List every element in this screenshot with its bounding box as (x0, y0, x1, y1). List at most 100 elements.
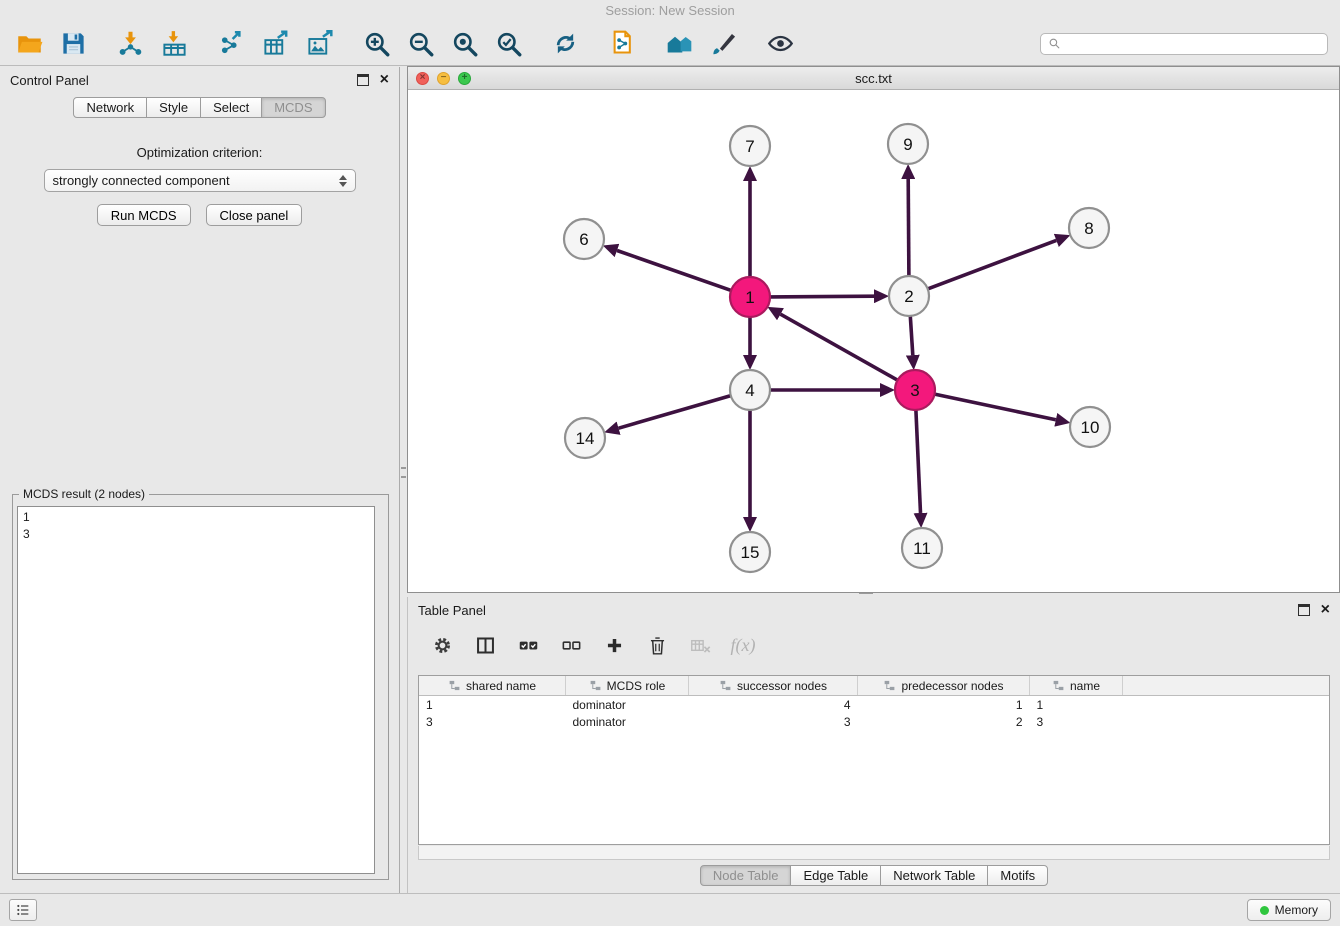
control-tab-style[interactable]: Style (146, 97, 201, 118)
graph-node-7[interactable]: 7 (730, 126, 770, 166)
export-image-button[interactable] (302, 27, 336, 61)
graph-node-3[interactable]: 3 (895, 370, 935, 410)
graph-edge-1-6[interactable] (617, 251, 731, 291)
zoom-in-button[interactable] (359, 27, 393, 61)
close-panel-icon[interactable]: × (1321, 604, 1330, 616)
graph-edge-3-11[interactable] (916, 410, 921, 513)
network-window: × − + scc.txt 7968124314101511 (407, 66, 1340, 593)
graph-node-2[interactable]: 2 (889, 276, 929, 316)
column-header-MCDS-role[interactable]: MCDS role (566, 676, 689, 696)
graph-node-8[interactable]: 8 (1069, 208, 1109, 248)
two-houses-icon (666, 30, 693, 57)
table-tab-edge-table[interactable]: Edge Table (790, 865, 881, 886)
maximize-window-icon[interactable]: + (458, 72, 471, 85)
zoom-fit-button[interactable] (447, 27, 481, 61)
search-box[interactable] (1040, 33, 1328, 55)
zoom-out-button[interactable] (403, 27, 437, 61)
graph-node-10[interactable]: 10 (1070, 407, 1110, 447)
table-row[interactable]: 3dominator323 (419, 713, 1329, 730)
import-table-icon (161, 30, 188, 57)
column-header-shared-name[interactable]: shared name (419, 676, 566, 696)
import-network-from-file-button[interactable] (113, 27, 147, 61)
cell-predecessor-nodes[interactable]: 2 (858, 713, 1030, 730)
float-panel-icon[interactable] (357, 74, 369, 86)
table-tab-node-table[interactable]: Node Table (700, 865, 792, 886)
network-canvas[interactable]: 7 9 6 8 1 2 4 3 14 10 15 11 (408, 89, 1339, 591)
column-header-predecessor-nodes[interactable]: predecessor nodes (858, 676, 1030, 696)
vertical-splitter[interactable] (400, 67, 407, 893)
search-input[interactable] (1066, 34, 1320, 54)
graph-edge-1-2[interactable] (770, 296, 874, 297)
clone-network-button[interactable] (605, 27, 639, 61)
graph-node-9[interactable]: 9 (888, 124, 928, 164)
graph-edge-2-3[interactable] (910, 316, 913, 355)
cell-name[interactable]: 1 (1030, 696, 1123, 714)
deselect-all-rows-button[interactable] (557, 631, 585, 659)
toggle-visibility-button[interactable] (763, 27, 797, 61)
table-horizontal-scrollbar[interactable] (418, 846, 1330, 860)
column-label: successor nodes (737, 679, 827, 693)
memory-button[interactable]: Memory (1247, 899, 1331, 921)
column-header-name[interactable]: name (1030, 676, 1123, 696)
run-mcds-button[interactable]: Run MCDS (97, 204, 191, 226)
table-tab-motifs[interactable]: Motifs (987, 865, 1048, 886)
zoom-selected-button[interactable] (491, 27, 525, 61)
table-mode-button[interactable] (428, 631, 456, 659)
control-tab-select[interactable]: Select (200, 97, 262, 118)
graph-edge-2-9[interactable] (908, 179, 909, 276)
column-label: predecessor nodes (901, 679, 1003, 693)
minimize-window-icon[interactable]: − (437, 72, 450, 85)
cell-successor-nodes[interactable]: 3 (689, 713, 858, 730)
table-row[interactable]: 1dominator411 (419, 696, 1329, 714)
cell-shared-name[interactable]: 3 (419, 713, 566, 730)
graph-node-15[interactable]: 15 (730, 532, 770, 572)
create-column-button[interactable] (600, 631, 628, 659)
graph-node-11[interactable]: 11 (902, 528, 942, 568)
control-tab-mcds[interactable]: MCDS (261, 97, 325, 118)
table-header-row: shared name MCDS role successor nodes prede… (419, 676, 1329, 696)
cell-MCDS-role[interactable]: dominator (566, 713, 689, 730)
column-label: name (1070, 679, 1100, 693)
float-panel-icon[interactable] (1298, 604, 1310, 616)
graph-edge-3-10[interactable] (935, 394, 1056, 420)
cell-name[interactable]: 3 (1030, 713, 1123, 730)
close-window-icon[interactable]: × (416, 72, 429, 85)
open-session-button[interactable] (12, 27, 46, 61)
show-panel-menu-button[interactable] (9, 899, 37, 921)
refresh-view-button[interactable] (548, 27, 582, 61)
column-label: MCDS role (607, 679, 666, 693)
graph-edge-3-1[interactable] (781, 314, 898, 380)
export-network-button[interactable] (214, 27, 248, 61)
control-tab-network[interactable]: Network (73, 97, 147, 118)
close-panel-button[interactable]: Close panel (206, 204, 303, 226)
select-all-icon (518, 635, 539, 656)
close-panel-icon[interactable]: × (380, 74, 389, 86)
export-table-button[interactable] (258, 27, 292, 61)
graph-node-4[interactable]: 4 (730, 370, 770, 410)
apply-style-button[interactable] (706, 27, 740, 61)
graph-edge-2-8[interactable] (928, 240, 1057, 289)
graph-node-14[interactable]: 14 (565, 418, 605, 458)
delete-table-button (686, 631, 714, 659)
zoom-out-icon (407, 30, 434, 57)
save-session-button[interactable] (56, 27, 90, 61)
mcds-result-list[interactable]: 1 3 (17, 506, 375, 874)
table-tab-network-table[interactable]: Network Table (880, 865, 988, 886)
graph-node-6[interactable]: 6 (564, 219, 604, 259)
optimization-criterion-select[interactable]: strongly connected component (44, 169, 356, 192)
cell-predecessor-nodes[interactable]: 1 (858, 696, 1030, 714)
control-panel: Control Panel × NetworkStyleSelectMCDS O… (0, 67, 400, 893)
graph-node-1[interactable]: 1 (730, 277, 770, 317)
graph-edge-4-14[interactable] (619, 396, 731, 429)
import-table-from-file-button[interactable] (157, 27, 191, 61)
cell-successor-nodes[interactable]: 4 (689, 696, 858, 714)
show-column-panel-button[interactable] (471, 631, 499, 659)
node-table: shared name MCDS role successor nodes prede… (418, 675, 1330, 845)
select-all-rows-button[interactable] (514, 631, 542, 659)
delete-columns-button[interactable] (643, 631, 671, 659)
mcds-result-title: MCDS result (2 nodes) (19, 487, 149, 501)
column-header-successor-nodes[interactable]: successor nodes (689, 676, 858, 696)
cell-shared-name[interactable]: 1 (419, 696, 566, 714)
show-networks-button[interactable] (662, 27, 696, 61)
cell-MCDS-role[interactable]: dominator (566, 696, 689, 714)
